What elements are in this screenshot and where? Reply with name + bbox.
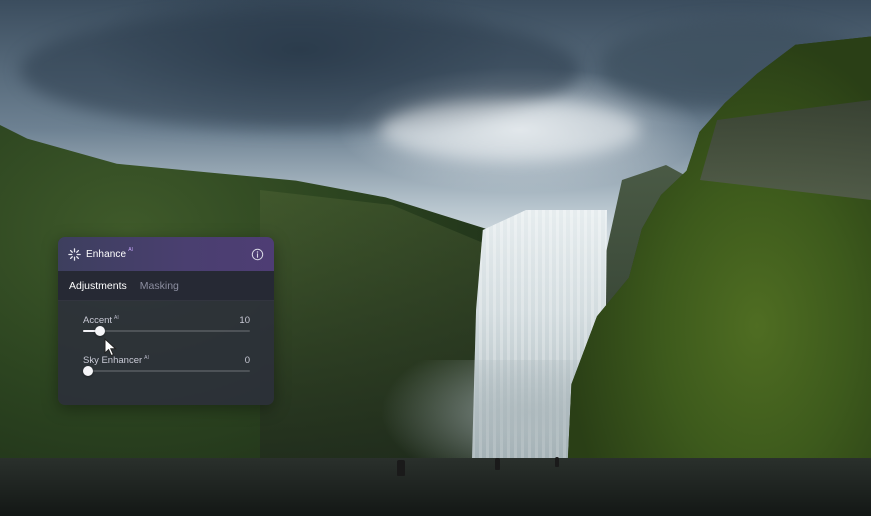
person-silhouette [397, 460, 405, 476]
tab-masking[interactable]: Masking [140, 280, 179, 292]
slider-label-text: Sky Enhancer [83, 355, 143, 366]
slider-label: Accent AI [83, 315, 119, 326]
ai-badge: AI [128, 247, 133, 253]
ai-badge: AI [114, 315, 119, 321]
info-icon[interactable] [251, 248, 264, 261]
slider-label-text: Accent [83, 315, 113, 326]
accent-slider-thumb[interactable] [94, 326, 105, 336]
person-silhouette [495, 458, 500, 470]
sky-enhancer-slider-thumb[interactable] [83, 366, 93, 376]
accent-slider-track[interactable] [83, 326, 250, 336]
slider-row-sky-enhancer: Sky Enhancer AI 0 [83, 355, 250, 395]
slider-value: 0 [244, 355, 250, 366]
cloud [380, 100, 640, 160]
sky-enhancer-slider-track[interactable] [83, 366, 250, 376]
riverbed [0, 458, 871, 516]
ai-badge: AI [144, 355, 149, 361]
panel-body: Accent AI 10 Sky Enhancer AI 0 [58, 301, 274, 395]
slider-value: 10 [239, 315, 250, 326]
sparkle-icon [68, 247, 81, 261]
panel-title: Enhance [86, 248, 127, 260]
slider-label: Sky Enhancer AI [83, 355, 149, 366]
panel-header: Enhance AI [58, 237, 274, 271]
person-silhouette [555, 457, 559, 467]
enhance-panel: Enhance AI Adjustments Masking Accent AI … [58, 237, 274, 405]
tab-adjustments[interactable]: Adjustments [69, 280, 127, 292]
panel-tabs: Adjustments Masking [58, 271, 274, 301]
slider-row-accent: Accent AI 10 [83, 315, 250, 355]
